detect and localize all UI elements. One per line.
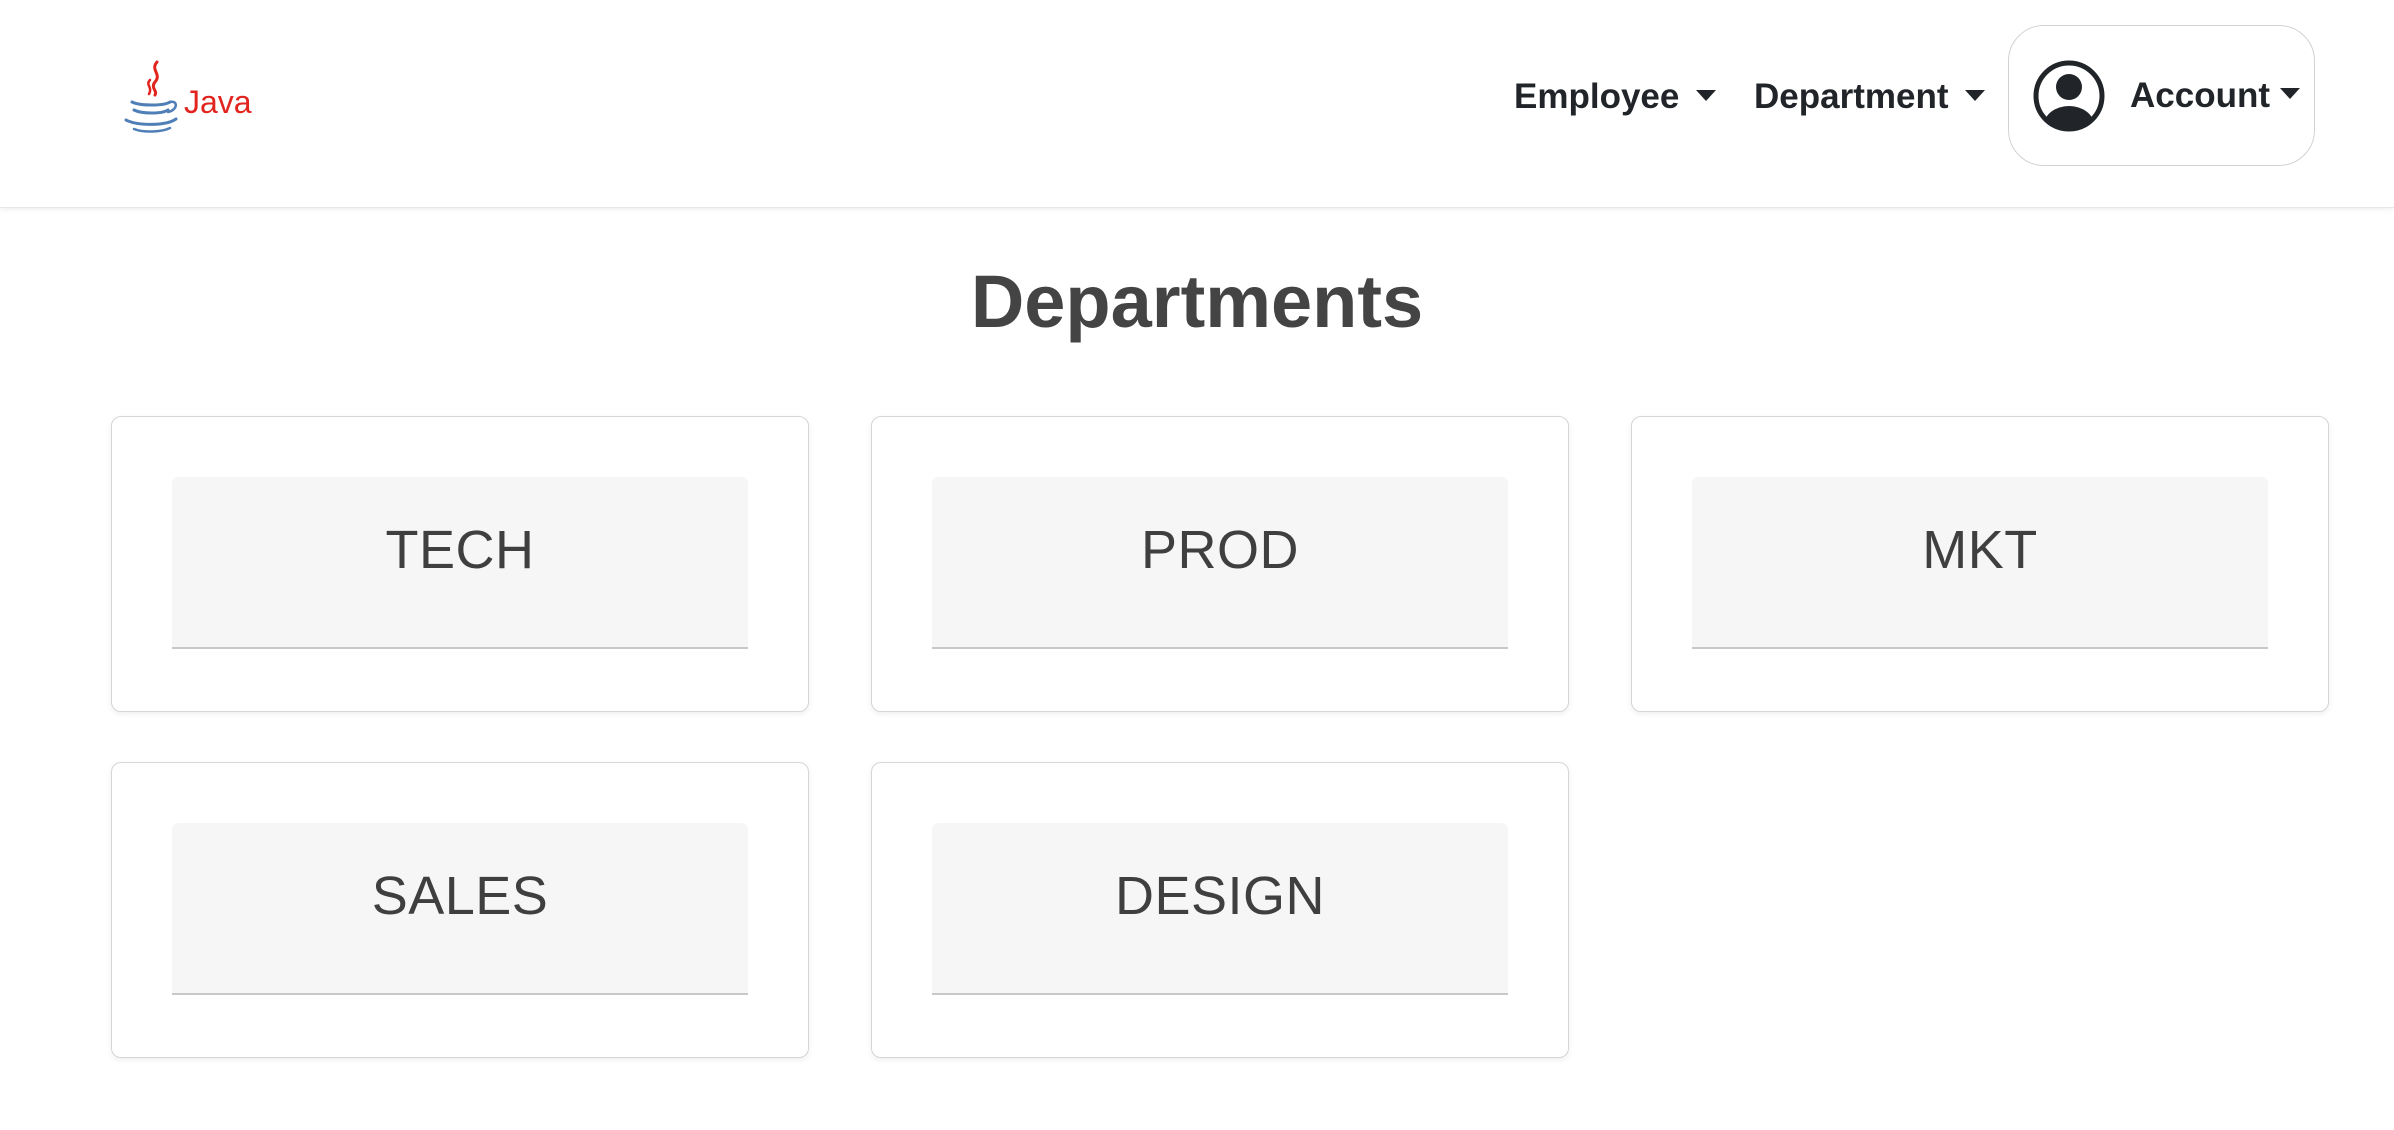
department-card-mkt[interactable]: MKT xyxy=(1631,416,2329,712)
department-card-sales[interactable]: SALES xyxy=(111,762,809,1058)
caret-down-icon xyxy=(2280,88,2300,99)
caret-down-icon xyxy=(1696,89,1717,101)
department-card-design[interactable]: DESIGN xyxy=(871,762,1569,1058)
nav-employee-dropdown[interactable]: Employee xyxy=(1514,70,1717,124)
caret-down-icon xyxy=(1965,89,1986,101)
department-card-prod[interactable]: PROD xyxy=(871,416,1569,712)
page-title: Departments xyxy=(970,260,1424,343)
account-label: Account xyxy=(2130,75,2270,115)
department-name: PROD xyxy=(1140,520,1299,580)
department-card-header: TECH xyxy=(172,477,748,649)
department-name: SALES xyxy=(371,866,549,926)
department-name: TECH xyxy=(385,520,535,580)
department-card-header: DESIGN xyxy=(932,823,1508,995)
department-name: MKT xyxy=(1922,520,2038,580)
account-dropdown-button[interactable]: Account xyxy=(2008,25,2315,166)
nav-department-label: Department xyxy=(1754,77,1949,116)
nav-employee-label: Employee xyxy=(1514,77,1680,116)
svg-text:Java: Java xyxy=(184,84,252,120)
department-card-header: PROD xyxy=(932,477,1508,649)
top-navbar: Java Employee Department Account xyxy=(0,0,2394,208)
department-card-header: SALES xyxy=(172,823,748,995)
department-card-header: MKT xyxy=(1692,477,2268,649)
nav-department-dropdown[interactable]: Department xyxy=(1754,70,1986,124)
user-circle-icon xyxy=(2033,60,2105,131)
department-name: DESIGN xyxy=(1114,866,1326,926)
java-logo-icon[interactable]: Java xyxy=(122,58,254,136)
department-card-tech[interactable]: TECH xyxy=(111,416,809,712)
